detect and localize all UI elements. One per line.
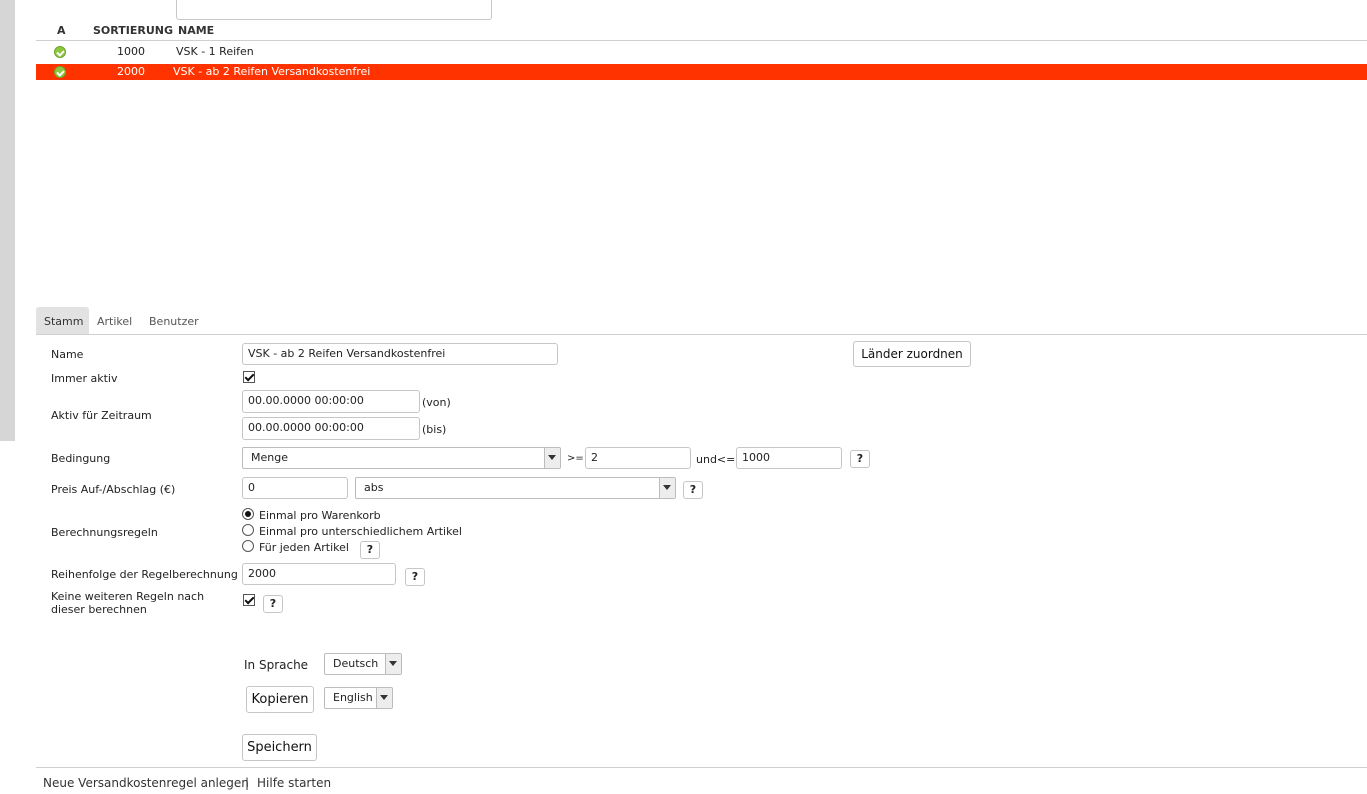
copy-language-value: English [333,691,373,704]
language-select-value: Deutsch [333,657,379,670]
footer-separator: | [245,776,250,790]
condition-select-value: Menge [251,451,288,464]
footer: Neue Versandkostenregel anlegen | Hilfe … [36,767,1367,794]
column-header-sort[interactable]: SORTIERUNG [93,24,173,37]
new-rule-link[interactable]: Neue Versandkostenregel anlegen [43,776,249,790]
assign-countries-button[interactable]: Länder zuordnen [853,341,971,367]
calc-rule-option-cart: Einmal pro Warenkorb [259,509,381,522]
help-icon[interactable]: ? [683,481,703,499]
copy-language-select[interactable]: English [324,687,393,709]
period-from-input[interactable]: 00.00.0000 00:00:00 [242,390,420,413]
table-row-selected[interactable]: 2000 VSK - ab 2 Reifen Versandkostenfrei [36,64,1367,80]
help-icon[interactable]: ? [360,541,380,559]
condition-select[interactable]: Menge [242,447,561,469]
order-input[interactable]: 2000 [242,563,396,585]
price-label: Preis Auf-/Abschlag (€) [51,483,176,496]
lte-label: und<= [696,453,736,466]
copy-button[interactable]: Kopieren [246,686,314,713]
no-further-rules-label: Keine weiteren Regeln nach dieser berech… [51,590,205,616]
calc-rule-option-each-article: Für jeden Artikel [259,541,349,554]
period-to-suffix: (bis) [422,423,447,436]
tab-artikel[interactable]: Artikel [89,307,140,334]
calc-rule-radio-cart[interactable] [242,508,254,520]
period-from-suffix: (von) [422,396,451,409]
chevron-down-icon [376,688,392,708]
help-icon[interactable]: ? [850,450,870,468]
tab-bar: Stamm Artikel Benutzer [36,307,1367,335]
name-label: Name [51,348,84,361]
list-header: A SORTIERUNG NAME [36,22,1367,41]
calc-rule-radio-each-article[interactable] [242,540,254,552]
gte-label: >= [567,453,584,464]
period-label: Aktiv für Zeitraum [51,409,152,422]
calc-rule-radio-per-article[interactable] [242,524,254,536]
always-active-label: Immer aktiv [51,372,118,385]
chevron-down-icon [659,478,675,498]
condition-label: Bedingung [51,452,111,465]
help-icon[interactable]: ? [263,595,283,613]
row-name: VSK - ab 2 Reifen Versandkostenfrei [173,65,371,78]
left-scrollbar[interactable] [0,0,16,793]
always-active-checkbox[interactable] [243,371,255,383]
save-button[interactable]: Speichern [242,734,317,761]
price-mode-select[interactable]: abs [355,477,676,499]
scrollbar-thumb[interactable] [0,0,15,441]
no-further-rules-checkbox[interactable] [243,594,255,606]
tab-benutzer[interactable]: Benutzer [141,307,207,334]
calc-rules-label: Berechnungsregeln [51,526,158,539]
check-circle-icon [54,46,66,58]
language-select[interactable]: Deutsch [324,653,402,675]
row-sort: 1000 [117,45,145,58]
condition-max-input[interactable]: 1000 [736,447,842,469]
period-to-input[interactable]: 00.00.0000 00:00:00 [242,417,420,440]
name-input[interactable]: VSK - ab 2 Reifen Versandkostenfrei [242,343,558,365]
price-input[interactable]: 0 [242,477,348,499]
table-row[interactable]: 1000 VSK - 1 Reifen [36,44,1367,60]
tab-stamm[interactable]: Stamm [36,307,89,334]
column-header-active[interactable]: A [57,24,66,37]
help-link[interactable]: Hilfe starten [257,776,331,790]
price-mode-value: abs [364,481,384,494]
calc-rule-option-per-article: Einmal pro unterschiedlichem Artikel [259,525,462,538]
help-icon[interactable]: ? [405,568,425,586]
condition-min-input[interactable]: 2 [585,447,691,469]
check-circle-icon [54,66,66,78]
order-label: Reihenfolge der Regelberechnung [51,568,238,581]
chevron-down-icon [385,654,401,674]
row-name: VSK - 1 Reifen [176,45,254,58]
filter-input[interactable] [176,0,492,20]
language-label: In Sprache [244,658,309,672]
column-header-name[interactable]: NAME [178,24,214,37]
chevron-down-icon [544,448,560,468]
row-sort: 2000 [117,65,145,78]
